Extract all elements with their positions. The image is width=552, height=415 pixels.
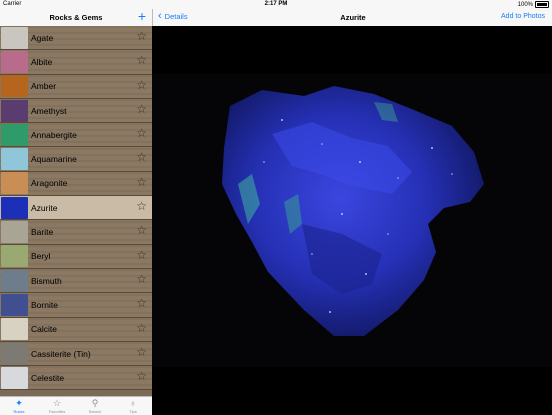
rock-thumbnail <box>1 26 28 49</box>
tab-label: Search <box>88 408 102 414</box>
rock-thumbnail <box>1 123 28 146</box>
specimen-photo <box>152 74 552 367</box>
list-item[interactable]: Albite ☆ <box>0 50 152 75</box>
clock: 2:17 PM <box>264 1 288 7</box>
favorite-star-icon[interactable]: ☆ <box>136 370 147 382</box>
favorite-star-icon[interactable]: ☆ <box>136 273 147 285</box>
rock-name: Barite <box>31 227 54 238</box>
rock-name: Aquamarine <box>31 154 77 165</box>
rock-name: Amber <box>31 81 57 92</box>
tab-favorites[interactable]: ☆ Favorites <box>38 397 76 415</box>
rock-name: Bornite <box>31 299 58 310</box>
rock-name: Azurite <box>31 202 58 213</box>
rock-list[interactable]: Agate ☆ Albite ☆ Amber ☆ Amethyst ☆ Annabergite ☆… <box>0 26 152 396</box>
list-item[interactable]: Azurite ☆ <box>0 196 152 221</box>
tab-label: Favorites <box>48 408 66 414</box>
tab-tips[interactable]: ♁ Tips <box>114 397 152 415</box>
sidebar-title: Rocks & Gems <box>49 13 103 22</box>
tab-search[interactable]: ⚲ Search <box>76 397 114 415</box>
rock-name: Celestite <box>31 372 65 383</box>
rock-name: Calcite <box>31 324 57 335</box>
list-item[interactable]: Cassiterite (Tin) ☆ <box>0 341 152 367</box>
list-item[interactable]: Aragonite ☆ <box>0 171 152 197</box>
favorite-star-icon[interactable]: ☆ <box>136 151 147 163</box>
favorite-star-icon[interactable]: ☆ <box>136 54 147 66</box>
search-icon: ⚲ <box>91 397 99 408</box>
list-item[interactable]: Bismuth ☆ <box>0 268 152 294</box>
rock-name: Bismuth <box>31 275 62 286</box>
list-item[interactable]: Annabergite ☆ <box>0 123 152 148</box>
rock-name: Agate <box>31 32 54 43</box>
tab-label: Rocks <box>13 408 25 414</box>
rock-thumbnail <box>1 196 28 219</box>
list-item[interactable]: Bornite ☆ <box>0 293 152 318</box>
tab-label: Tips <box>129 408 137 414</box>
rock-thumbnail <box>1 99 28 122</box>
favorite-star-icon[interactable]: ☆ <box>136 103 147 115</box>
rock-name: Albite <box>31 56 53 67</box>
rock-thumbnail <box>1 172 28 195</box>
favorite-star-icon[interactable]: ☆ <box>136 30 147 42</box>
list-item[interactable]: Barite ☆ <box>0 220 152 245</box>
rock-thumbnail <box>1 318 28 341</box>
rocks-icon: ✦ <box>15 397 23 408</box>
azurite-specimen-image <box>222 86 484 336</box>
rock-thumbnail <box>1 221 28 244</box>
favorite-star-icon[interactable]: ☆ <box>136 176 147 188</box>
list-item[interactable]: Agate ☆ <box>0 26 152 51</box>
rock-thumbnail <box>1 50 28 73</box>
sidebar: Rocks & Gems + Agate ☆ Albite ☆ Amber ☆ Amethy… <box>0 8 152 415</box>
list-item[interactable]: Amethyst ☆ <box>0 98 152 124</box>
rock-name: Amethyst <box>31 105 67 116</box>
rock-thumbnail <box>1 269 28 292</box>
rock-thumbnail <box>1 366 28 389</box>
favorite-star-icon[interactable]: ☆ <box>136 200 147 212</box>
rock-thumbnail <box>1 75 28 98</box>
favorite-star-icon[interactable]: ☆ <box>136 79 147 91</box>
detail-nav-bar: ‹ Details Azurite Add to Photos <box>152 9 552 27</box>
favorite-star-icon[interactable]: ☆ <box>136 346 147 358</box>
battery-indicator: 100% <box>518 1 549 8</box>
rock-thumbnail <box>1 293 28 316</box>
lightbulb-icon: ♁ <box>129 397 137 408</box>
rock-thumbnail <box>1 148 28 171</box>
list-item[interactable]: Calcite ☆ <box>0 317 152 342</box>
list-item[interactable]: Amber ☆ <box>0 74 152 99</box>
rock-name: Cassiterite (Tin) <box>31 348 91 359</box>
rock-name: Annabergite <box>31 129 77 140</box>
rock-name: Beryl <box>31 251 51 262</box>
list-item[interactable]: Celestite ☆ <box>0 366 152 391</box>
status-bar: Carrier 2:17 PM 100% <box>0 0 552 9</box>
detail-title: Azurite <box>340 13 366 22</box>
battery-percent: 100% <box>517 1 533 8</box>
tab-rocks[interactable]: ✦ Rocks <box>0 397 38 415</box>
tab-bar: ✦ Rocks ☆ Favorites ⚲ Search ♁ Tips <box>0 396 152 415</box>
favorite-star-icon[interactable]: ☆ <box>136 297 147 309</box>
favorite-star-icon[interactable]: ☆ <box>136 322 147 334</box>
rock-thumbnail <box>1 342 28 365</box>
favorite-star-icon[interactable]: ☆ <box>136 249 147 261</box>
battery-icon <box>535 1 549 8</box>
add-button[interactable]: + <box>138 8 146 24</box>
sidebar-nav-bar: Rocks & Gems + <box>0 8 152 27</box>
favorite-star-icon[interactable]: ☆ <box>136 127 147 139</box>
photo-viewer[interactable] <box>152 26 552 414</box>
rock-name: Aragonite <box>31 178 68 189</box>
favorite-star-icon[interactable]: ☆ <box>136 224 147 236</box>
add-to-photos-button[interactable]: Add to Photos <box>501 13 545 20</box>
list-item[interactable]: Beryl ☆ <box>0 244 152 269</box>
rock-thumbnail <box>1 245 28 268</box>
star-icon: ☆ <box>52 397 62 408</box>
list-item[interactable]: Aquamarine ☆ <box>0 147 152 172</box>
